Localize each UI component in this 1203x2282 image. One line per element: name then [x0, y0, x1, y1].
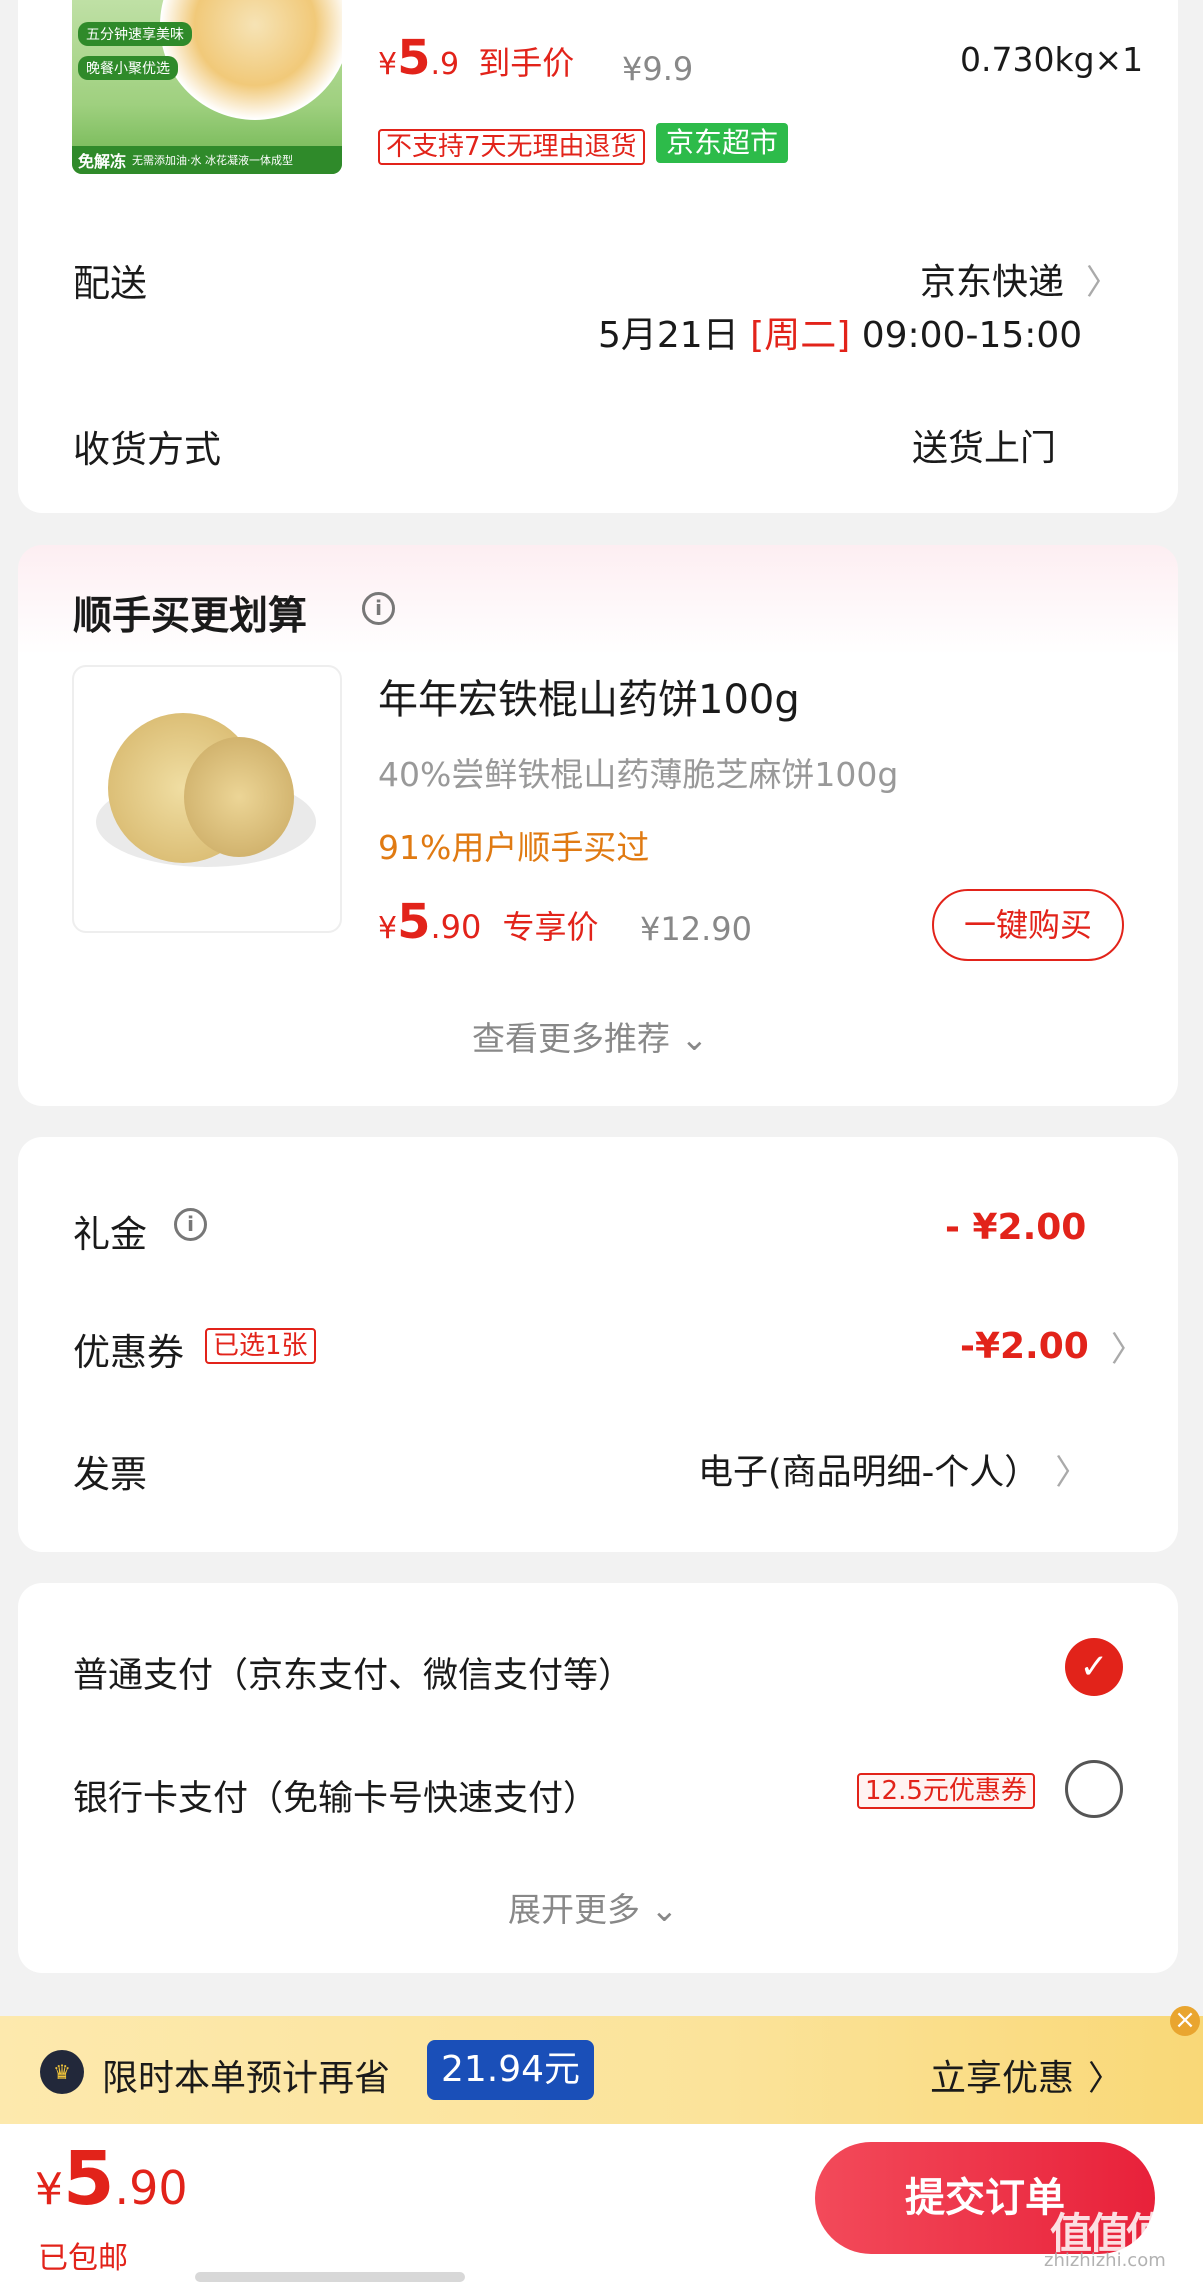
price-tag: 到手价	[478, 44, 575, 82]
home-indicator	[195, 2272, 465, 2282]
one-click-buy-button[interactable]: 一键购买	[932, 889, 1124, 961]
gift-label: 礼金	[73, 1213, 147, 1256]
coupon-row[interactable]: -¥2.00 〉	[960, 1322, 1145, 1371]
watermark-url: zhizhizhi.com	[1044, 2250, 1166, 2271]
delivery-carrier: 京东快递	[920, 262, 1065, 303]
thumb-bottom-tag: 免解冻	[78, 152, 127, 171]
addon-price-decimal: .90	[430, 908, 482, 946]
price-currency: ¥	[378, 47, 398, 82]
price-integer: 5	[397, 30, 431, 86]
product-price: ¥5.9 到手价	[378, 30, 574, 86]
coupon-selected-tag: 已选1张	[205, 1328, 316, 1364]
product-quantity: 0.730kg×1	[960, 40, 1144, 79]
addon-name[interactable]: 年年宏铁棍山药饼100g	[378, 667, 800, 725]
promo-amount-badge: 21.94元	[427, 2040, 595, 2100]
expand-more-payments[interactable]: 展开更多 ⌄	[508, 1883, 678, 1931]
addon-price-currency: ¥	[378, 911, 398, 946]
chevron-down-icon: ⌄	[650, 1890, 679, 1929]
total-decimal: .90	[114, 2161, 188, 2215]
product-thumbnail[interactable]: 五分钟速享美味 晚餐小聚优选 免解冻 无需添加油·水 冰花凝液一体成型	[72, 0, 342, 174]
chevron-right-icon: 〉	[1088, 2058, 1123, 2099]
invoice-value: 电子(商品明细-个人）	[698, 1453, 1040, 1493]
delivery-label: 配送	[73, 262, 147, 305]
addon-price-integer: 5	[397, 894, 431, 950]
biscuit-stack-2	[184, 737, 294, 857]
delivery-carrier-row[interactable]: 京东快递 〉	[920, 253, 1120, 305]
promo-close-icon[interactable]: ×	[1170, 2006, 1200, 2036]
dumpling-plate-image	[160, 0, 342, 120]
see-more-recommend[interactable]: 查看更多推荐 ⌄	[472, 1012, 708, 1060]
addon-desc: 40%尝鲜铁棍山药薄脆芝麻饼100g	[378, 755, 899, 794]
original-price: ¥9.9	[622, 50, 694, 88]
see-more-label: 查看更多推荐	[472, 1019, 670, 1058]
invoice-row[interactable]: 电子(商品明细-个人） 〉	[698, 1444, 1089, 1495]
no-return-tag: 不支持7天无理由退货	[378, 129, 645, 165]
coupon-label: 优惠券	[73, 1331, 184, 1374]
chevron-right-icon: 〉	[1110, 1330, 1145, 1370]
total-price: ¥5.90	[35, 2136, 188, 2222]
payment-option-1[interactable]: 普通支付（京东支付、微信支付等）	[73, 1647, 633, 1698]
total-integer: 5	[63, 2136, 115, 2222]
payment-option-2[interactable]: 银行卡支付（免输卡号快速支付）	[73, 1770, 598, 1821]
store-tag: 京东超市	[656, 123, 789, 163]
addon-original-price: ¥12.90	[640, 910, 752, 948]
chevron-right-icon: 〉	[1086, 262, 1121, 303]
promo-text: 限时本单预计再省	[102, 2058, 391, 2099]
total-currency: ¥	[35, 2164, 63, 2215]
bank-coupon-tag: 12.5元优惠券	[857, 1773, 1035, 1809]
addon-price: ¥5.90 专享价	[378, 894, 599, 950]
thumb-banner-mid: 晚餐小聚优选	[78, 56, 178, 80]
coupon-value: -¥2.00	[960, 1326, 1089, 1367]
delivery-weekday: [周二]	[750, 315, 851, 356]
info-icon[interactable]: i	[362, 592, 395, 625]
expand-more-label: 展开更多	[508, 1890, 640, 1929]
addon-social-proof: 91%用户顺手买过	[378, 828, 650, 867]
thumb-banner-top: 五分钟速享美味	[78, 22, 192, 46]
addon-product-image[interactable]	[72, 665, 342, 933]
price-decimal: .9	[430, 47, 460, 82]
gift-value: - ¥2.00	[945, 1207, 1087, 1248]
promo-action[interactable]: 立享优惠 〉	[930, 2049, 1122, 2101]
receive-method-value[interactable]: 送货上门	[912, 419, 1056, 471]
addon-price-tag: 专享价	[502, 908, 599, 946]
promo-action-label: 立享优惠	[930, 2058, 1075, 2099]
thumb-bottom-text: 无需添加油·水 冰花凝液一体成型	[132, 154, 294, 167]
thumb-bottom-bar: 免解冻 无需添加油·水 冰花凝液一体成型	[72, 146, 342, 174]
delivery-time[interactable]: 5月21日 [周二] 09:00-15:00	[598, 306, 1082, 358]
invoice-label: 发票	[73, 1453, 147, 1496]
crown-icon: ♛	[40, 2050, 84, 2094]
chevron-down-icon: ⌄	[680, 1019, 709, 1058]
payment-option-2-radio[interactable]	[1065, 1760, 1123, 1818]
gift-info-icon[interactable]: i	[174, 1208, 207, 1241]
shipping-included: 已包邮	[38, 2241, 128, 2276]
receive-method-label: 收货方式	[73, 428, 221, 471]
delivery-time-window: 09:00-15:00	[861, 315, 1083, 356]
delivery-date: 5月21日	[598, 315, 739, 356]
chevron-right-icon: 〉	[1055, 1453, 1090, 1493]
addon-title: 顺手买更划算	[73, 594, 308, 639]
payment-option-1-radio-checked[interactable]: ✓	[1065, 1638, 1123, 1696]
